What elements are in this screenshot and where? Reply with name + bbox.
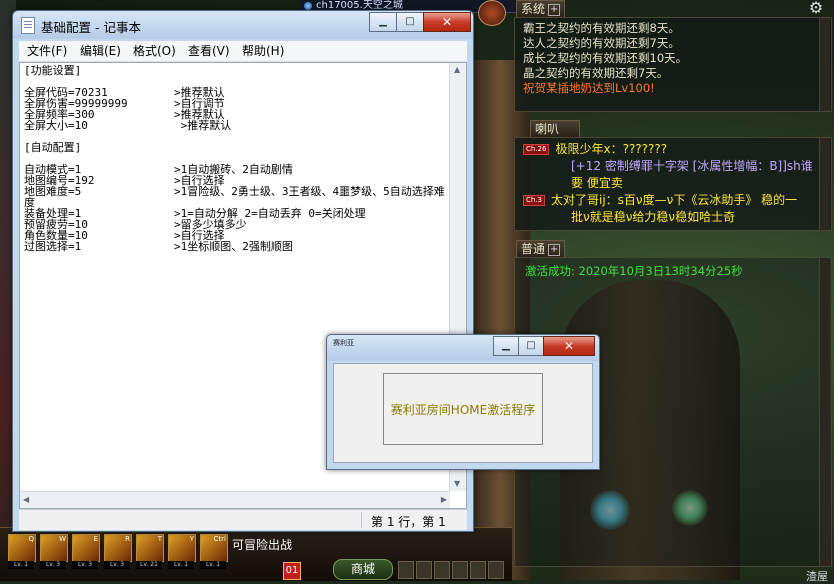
scroll-up-icon[interactable]: ▲ bbox=[454, 65, 460, 75]
chat-line: 批ν就是稳ν给力稳ν稳如哈士奇 bbox=[523, 209, 813, 226]
skill-key: Ctrl bbox=[213, 535, 226, 543]
maximize-button[interactable]: □ bbox=[396, 12, 424, 32]
notification-badge[interactable]: 01 bbox=[283, 562, 301, 580]
horizontal-scrollbar[interactable]: ◀ ▶ bbox=[20, 491, 450, 508]
editor-content[interactable]: [功能设置] 全屏代码=70231 >推荐默认 全屏伤害=99999999 >自… bbox=[24, 65, 446, 252]
tab-trumpet[interactable]: 喇叭 bbox=[530, 120, 580, 138]
menu-edit[interactable]: 编辑(E) bbox=[80, 43, 121, 59]
chat-line: Ch.3 太对了哥ij：s百ν度—ν下《云冰助手》 稳的一 bbox=[523, 192, 813, 209]
system-message: 晶之契约的有效期还剩7天。 bbox=[523, 66, 669, 80]
activation-program-label: 赛利亚房间HOME激活程序 bbox=[390, 403, 536, 417]
activation-dialog: 赛利亚 ▁ □ ✕ 赛利亚房间HOME激活程序 bbox=[326, 334, 600, 470]
system-panel: 霸王之契约的有效期还剩8天。 达人之契约的有效期还剩7天。 成长之契约的有效期还… bbox=[514, 17, 832, 112]
skill-level: Lv. 21 bbox=[136, 561, 162, 569]
system-message: 成长之契约的有效期还剩10天。 bbox=[523, 51, 688, 65]
skill-level: Lv. 3 bbox=[104, 561, 130, 569]
dialog-title: 赛利亚 bbox=[333, 339, 354, 347]
close-button[interactable]: ✕ bbox=[423, 12, 471, 32]
channel-badge: Ch.3 bbox=[523, 195, 546, 206]
bottom-right-label: 渣屋 bbox=[806, 570, 828, 583]
skill-slot[interactable]: W bbox=[40, 534, 68, 562]
skill-key: Y bbox=[189, 535, 194, 543]
menu-help[interactable]: 帮助(H) bbox=[242, 43, 284, 59]
system-messages: 霸王之契约的有效期还剩8天。 达人之契约的有效期还剩7天。 成长之契约的有效期还… bbox=[523, 21, 687, 96]
skill-level: Lv. 1 bbox=[168, 561, 194, 569]
skill-slot[interactable]: R bbox=[104, 534, 132, 562]
notepad-icon bbox=[21, 17, 35, 34]
chat-text: [+12 密制缚罪十字架 [冰属性增幅：B]]sh谁 bbox=[571, 159, 813, 173]
menu-bar: 文件(F) 编辑(E) 格式(O) 查看(V) 帮助(H) bbox=[19, 41, 467, 62]
menu-icon[interactable] bbox=[488, 561, 504, 579]
menu-icon[interactable] bbox=[398, 561, 414, 579]
menu-icon[interactable] bbox=[470, 561, 486, 579]
skill-slot[interactable]: T bbox=[136, 534, 164, 562]
plus-icon[interactable]: + bbox=[548, 4, 561, 16]
skill-key: Q bbox=[28, 535, 34, 543]
tab-normal-label: 普通 bbox=[521, 242, 546, 256]
skill-slot[interactable]: Q bbox=[8, 534, 36, 562]
activation-group-box[interactable]: 赛利亚房间HOME激活程序 bbox=[383, 373, 543, 445]
skill-key: T bbox=[157, 535, 162, 543]
chat-line: 要 便宜卖 bbox=[523, 175, 813, 192]
tab-normal[interactable]: 普通 + bbox=[516, 240, 566, 258]
chat-line: Ch.26 极限少年x：??????? bbox=[523, 141, 813, 158]
channel-badge: Ch.26 bbox=[523, 144, 550, 155]
close-button[interactable]: ✕ bbox=[543, 336, 595, 356]
plus-icon[interactable]: + bbox=[548, 244, 561, 256]
mall-label: 商城 bbox=[350, 562, 375, 576]
system-message: 达人之契约的有效期还剩7天。 bbox=[523, 36, 680, 50]
skill-key: W bbox=[59, 535, 66, 543]
menu-view[interactable]: 查看(V) bbox=[188, 43, 230, 59]
system-message: 祝贺某插地奶达到Lv100! bbox=[523, 81, 655, 95]
notepad-title: 基础配置 - 记事本 bbox=[41, 20, 141, 35]
dialog-titlebar[interactable]: 赛利亚 ▁ □ ✕ bbox=[327, 335, 599, 361]
skill-level: Lv. 3 bbox=[40, 561, 66, 569]
skill-key: E bbox=[93, 535, 98, 543]
menu-icon[interactable] bbox=[452, 561, 468, 579]
chat-text: 太对了哥ij：s百ν度—ν下《云冰助手》 稳的一 bbox=[551, 193, 798, 207]
status-bar: 第 1 行，第 1 bbox=[19, 509, 467, 530]
minimize-button[interactable]: ▁ bbox=[493, 336, 519, 356]
activation-message: 激活成功: 2020年10月3日13时34分25秒 bbox=[525, 264, 743, 278]
tab-system[interactable]: 系统 + bbox=[516, 0, 566, 18]
system-scrollbar[interactable] bbox=[819, 18, 830, 111]
menu-format[interactable]: 格式(O) bbox=[133, 43, 176, 59]
trumpet-messages: Ch.26 极限少年x：??????? [+12 密制缚罪十字架 [冰属性增幅：B… bbox=[523, 141, 813, 226]
menu-file[interactable]: 文件(F) bbox=[27, 43, 67, 59]
system-message: 霸王之契约的有效期还剩8天。 bbox=[523, 21, 680, 35]
minimize-button[interactable]: ▁ bbox=[369, 12, 397, 32]
globe-icon bbox=[304, 2, 312, 10]
gear-icon[interactable]: ⚙ bbox=[806, 0, 826, 16]
mall-button[interactable]: 商城 bbox=[333, 559, 393, 580]
scroll-left-icon[interactable]: ◀ bbox=[23, 495, 29, 505]
normal-scrollbar[interactable] bbox=[819, 258, 830, 566]
dialog-body: 赛利亚房间HOME激活程序 bbox=[333, 363, 593, 463]
notepad-titlebar[interactable]: 基础配置 - 记事本 ▁ □ ✕ bbox=[13, 11, 473, 39]
skill-level: Lv. 1 bbox=[200, 561, 226, 569]
scroll-down-icon[interactable]: ▼ bbox=[454, 479, 460, 489]
skill-slot[interactable]: Ctrl bbox=[200, 534, 228, 562]
tab-trumpet-label: 喇叭 bbox=[535, 122, 560, 136]
menu-icon[interactable] bbox=[434, 561, 450, 579]
trumpet-panel: Ch.26 极限少年x：??????? [+12 密制缚罪十字架 [冰属性增幅：B… bbox=[514, 137, 832, 231]
skill-key: R bbox=[125, 535, 130, 543]
chat-line: [+12 密制缚罪十字架 [冰属性增幅：B]]sh谁 bbox=[523, 158, 813, 175]
status-divider bbox=[361, 512, 362, 528]
chat-text: 极限少年x：??????? bbox=[555, 142, 668, 156]
skill-slot[interactable]: Y bbox=[168, 534, 196, 562]
menu-orb-button[interactable] bbox=[478, 0, 506, 26]
chat-text: 批ν就是稳ν给力稳ν稳如哈士奇 bbox=[571, 210, 736, 224]
adventure-label: 可冒险出战 bbox=[232, 538, 293, 552]
trumpet-scrollbar[interactable] bbox=[819, 138, 830, 230]
maximize-button[interactable]: □ bbox=[518, 336, 544, 356]
skill-level: Lv. 3 bbox=[72, 561, 98, 569]
cursor-position: 第 1 行，第 1 bbox=[371, 515, 446, 529]
skill-slot[interactable]: E bbox=[72, 534, 100, 562]
menu-icon[interactable] bbox=[416, 561, 432, 579]
scroll-right-icon[interactable]: ▶ bbox=[441, 495, 447, 505]
chat-text: 要 便宜卖 bbox=[571, 176, 623, 190]
skill-level: Lv. 1 bbox=[8, 561, 34, 569]
tab-system-label: 系统 bbox=[521, 2, 546, 16]
